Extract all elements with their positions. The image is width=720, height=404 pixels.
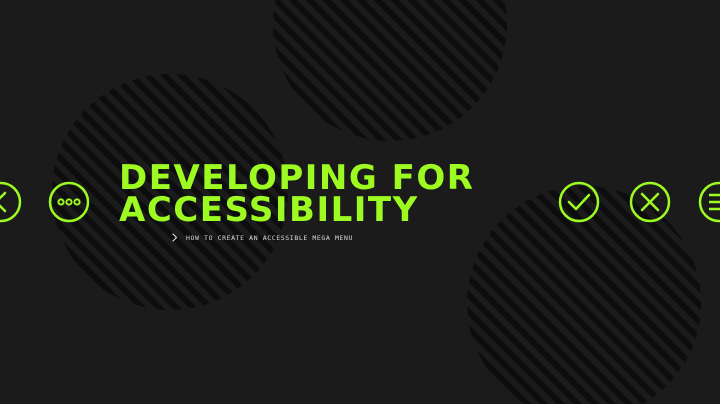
chevron-right-icon (172, 233, 178, 242)
chevron-left-icon (0, 181, 22, 223)
check-circle-icon (558, 181, 600, 223)
close-circle-icon (629, 181, 671, 223)
headline: DEVELOPING FOR ACCESSIBILITY (119, 161, 474, 230)
slide-canvas: DEVELOPING FOR ACCESSIBILITY HOW TO CREA… (0, 0, 720, 404)
menu-lines-icon (698, 181, 720, 223)
more-dots-icon (48, 181, 90, 223)
striped-circle-top (273, 0, 507, 141)
subtitle-row: HOW TO CREATE AN ACCESSIBLE MEGA MENU (172, 233, 353, 242)
subtitle-text: HOW TO CREATE AN ACCESSIBLE MEGA MENU (186, 233, 353, 242)
headline-line-2: ACCESSIBILITY (119, 190, 419, 230)
